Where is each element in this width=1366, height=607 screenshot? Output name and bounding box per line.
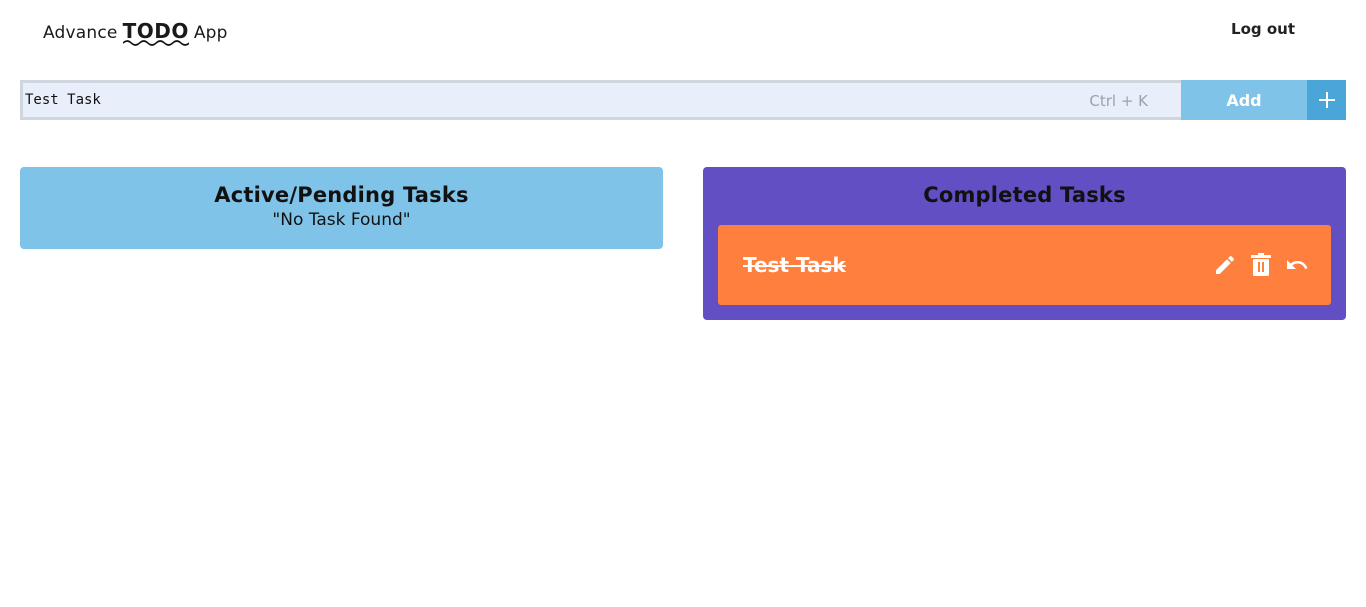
task-actions	[1213, 253, 1309, 277]
plus-button[interactable]	[1307, 80, 1346, 120]
add-button[interactable]: Add	[1181, 80, 1307, 120]
app-header: Advance TODO App Log out	[0, 0, 1366, 62]
undo-icon	[1287, 260, 1308, 269]
pencil-icon	[1216, 255, 1235, 274]
empty-message: "No Task Found"	[272, 210, 411, 230]
app-logo: Advance TODO App	[43, 19, 228, 46]
logo-todo: TODO	[122, 19, 189, 46]
logo-prefix: Advance	[43, 23, 118, 43]
logout-button[interactable]: Log out	[1231, 20, 1295, 38]
completed-tasks-panel: Completed Tasks Test Task	[703, 167, 1346, 320]
logo-suffix: App	[193, 23, 228, 43]
edit-task-button[interactable]	[1213, 253, 1237, 277]
delete-task-button[interactable]	[1249, 253, 1273, 277]
completed-panel-title: Completed Tasks	[923, 183, 1126, 207]
plus-icon	[1318, 92, 1335, 108]
trash-icon	[1251, 253, 1271, 276]
active-panel-title: Active/Pending Tasks	[214, 183, 469, 207]
task-card: Test Task	[718, 225, 1331, 305]
add-task-bar: Ctrl + K Add	[20, 80, 1346, 120]
task-title: Test Task	[743, 253, 846, 277]
undo-task-button[interactable]	[1285, 253, 1309, 277]
squiggle-underline-icon	[122, 40, 189, 46]
shortcut-hint: Ctrl + K	[1089, 92, 1148, 110]
active-tasks-panel: Active/Pending Tasks "No Task Found"	[20, 167, 663, 249]
task-input[interactable]	[23, 83, 1181, 117]
